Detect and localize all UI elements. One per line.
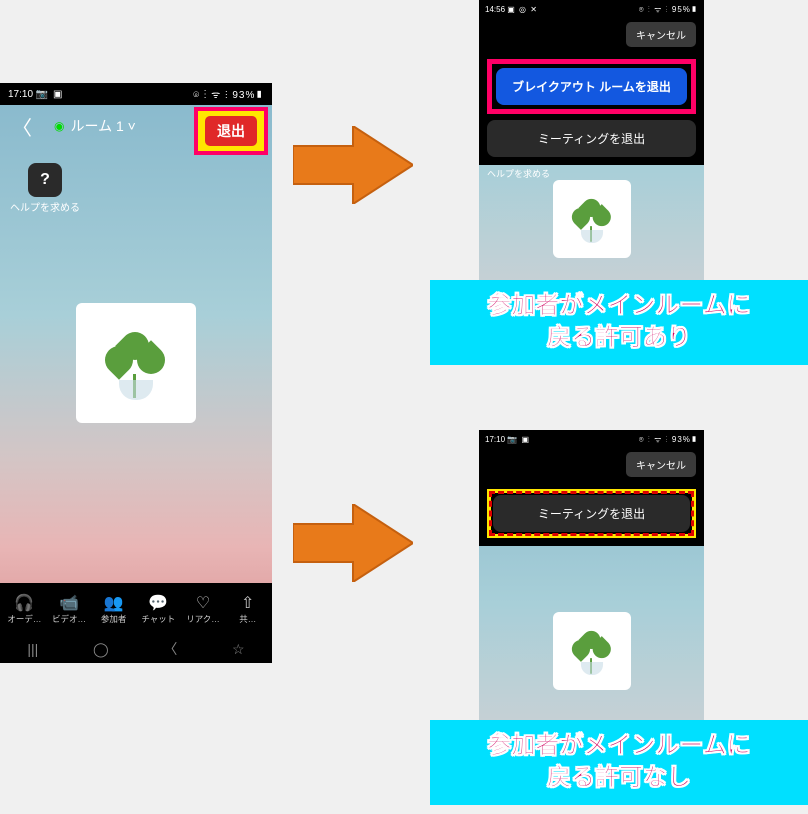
toolbar-participants-label: 参加者: [101, 614, 127, 624]
exit-highlight-box: 退出: [194, 107, 268, 155]
nav-home[interactable]: ◯: [93, 641, 109, 658]
video-off-icon: 📹: [47, 593, 92, 613]
leave-meeting-button[interactable]: ミーティングを退出: [493, 495, 690, 532]
shield-icon[interactable]: ◉: [54, 119, 64, 133]
android-navbar: ||| ◯ 〈 ☆: [0, 635, 272, 663]
cancel-row: キャンセル: [479, 18, 704, 51]
nav-recents[interactable]: |||: [27, 641, 38, 657]
toolbar-share-label: 共…: [239, 614, 256, 624]
bottom-toolbar: 🎧オーデ… 📹ビデオ… 👥参加者 💬チャット ♡リアク… ⇧共…: [0, 583, 272, 635]
status-left-icons: ▣ ◎ ✕: [507, 5, 538, 14]
status-bar: 17:10 📷 ▣ ⌾ ⋮ ᯤ ⫶ 93%▮: [479, 430, 704, 448]
status-bar: 17:10 📷 ▣ ⌾ ⋮ ᯤ ⫶ 93%▮: [0, 83, 272, 105]
question-icon: ?: [28, 163, 62, 197]
toolbar-reactions[interactable]: ♡リアク…: [181, 593, 226, 625]
caption-denied: 参加者がメインルームに 戻る許可なし: [430, 720, 808, 805]
avatar: [76, 303, 196, 423]
chat-icon: 💬: [136, 593, 181, 613]
cancel-row: キャンセル: [479, 448, 704, 481]
toolbar-audio-label: オーデ…: [7, 614, 41, 624]
phone-screenshot-top-right: 14:56 ▣ ◎ ✕ ⌾ ⋮ ᯤ ⫶ 95%▮ キャンセル ブレイクアウト ル…: [479, 0, 704, 280]
toolbar-video-label: ビデオ…: [52, 614, 86, 624]
back-icon[interactable]: 〈: [6, 112, 38, 141]
avatar: [553, 180, 631, 258]
leave-meeting-button[interactable]: ミーティングを退出: [487, 120, 696, 157]
highlight-dashed-box: ミーティングを退出: [487, 489, 696, 538]
nav-back[interactable]: 〈: [163, 639, 177, 659]
exit-button[interactable]: 退出: [205, 116, 257, 146]
help-button[interactable]: ? ヘルプを求める: [10, 163, 80, 214]
status-right-icons: ⌾ ⋮ ᯤ ⫶ 95%▮: [639, 4, 698, 15]
toolbar-share[interactable]: ⇧共…: [225, 593, 270, 625]
clover-icon: [569, 196, 615, 242]
toolbar-reactions-label: リアク…: [186, 614, 220, 624]
status-time: 14:56: [485, 5, 505, 14]
top-bar: 〈 ◉ ルーム 1 ˅ 退出: [0, 105, 272, 147]
leave-menu: ミーティングを退出: [479, 481, 704, 546]
headphones-icon: 🎧: [2, 593, 47, 613]
help-label: ヘルプを求める: [10, 199, 80, 214]
toolbar-participants[interactable]: 👥参加者: [91, 593, 136, 625]
clover-icon: [569, 628, 615, 674]
status-time: 17:10: [485, 435, 505, 444]
toolbar-video[interactable]: 📹ビデオ…: [47, 593, 92, 625]
toolbar-chat[interactable]: 💬チャット: [136, 593, 181, 625]
cancel-button[interactable]: キャンセル: [626, 22, 696, 47]
avatar: [553, 612, 631, 690]
toolbar-audio[interactable]: 🎧オーデ…: [2, 593, 47, 625]
caption-denied-line1: 参加者がメインルームに: [487, 732, 750, 759]
nav-accessibility[interactable]: ☆: [232, 641, 245, 658]
room-title[interactable]: ルーム 1 ˅: [70, 116, 135, 136]
cancel-button[interactable]: キャンセル: [626, 452, 696, 477]
status-time: 17:10: [8, 89, 33, 100]
caption-allowed-line1: 参加者がメインルームに: [487, 292, 750, 319]
arrow-icon-bottom: [293, 504, 413, 582]
heart-icon: ♡: [181, 593, 226, 613]
status-right-icons: ⌾ ⋮ ᯤ ⫶ 93%▮: [193, 87, 264, 101]
status-left-icons: 📷 ▣: [36, 89, 64, 100]
phone-screenshot-left: 17:10 📷 ▣ ⌾ ⋮ ᯤ ⫶ 93%▮ 〈 ◉ ルーム 1 ˅ 退出 ? …: [0, 83, 272, 663]
arrow-icon-top: [293, 126, 413, 204]
share-icon: ⇧: [225, 593, 270, 613]
status-left-icons: 📷 ▣: [507, 435, 530, 444]
leave-menu: ブレイクアウト ルームを退出 ミーティングを退出: [479, 51, 704, 165]
caption-allowed-line2: 戻る許可あり: [547, 324, 691, 351]
caption-allowed: 参加者がメインルームに 戻る許可あり: [430, 280, 808, 365]
status-bar: 14:56 ▣ ◎ ✕ ⌾ ⋮ ᯤ ⫶ 95%▮: [479, 0, 704, 18]
caption-denied-line2: 戻る許可なし: [547, 764, 691, 791]
clover-icon: [101, 328, 171, 398]
phone-screenshot-bottom-right: 17:10 📷 ▣ ⌾ ⋮ ᯤ ⫶ 93%▮ キャンセル ミーティングを退出: [479, 430, 704, 720]
leave-breakout-button[interactable]: ブレイクアウト ルームを退出: [496, 68, 687, 105]
highlight-pink-box: ブレイクアウト ルームを退出: [487, 59, 696, 114]
participants-icon: 👥: [91, 593, 136, 613]
toolbar-chat-label: チャット: [141, 614, 175, 624]
status-right-icons: ⌾ ⋮ ᯤ ⫶ 93%▮: [639, 434, 698, 445]
